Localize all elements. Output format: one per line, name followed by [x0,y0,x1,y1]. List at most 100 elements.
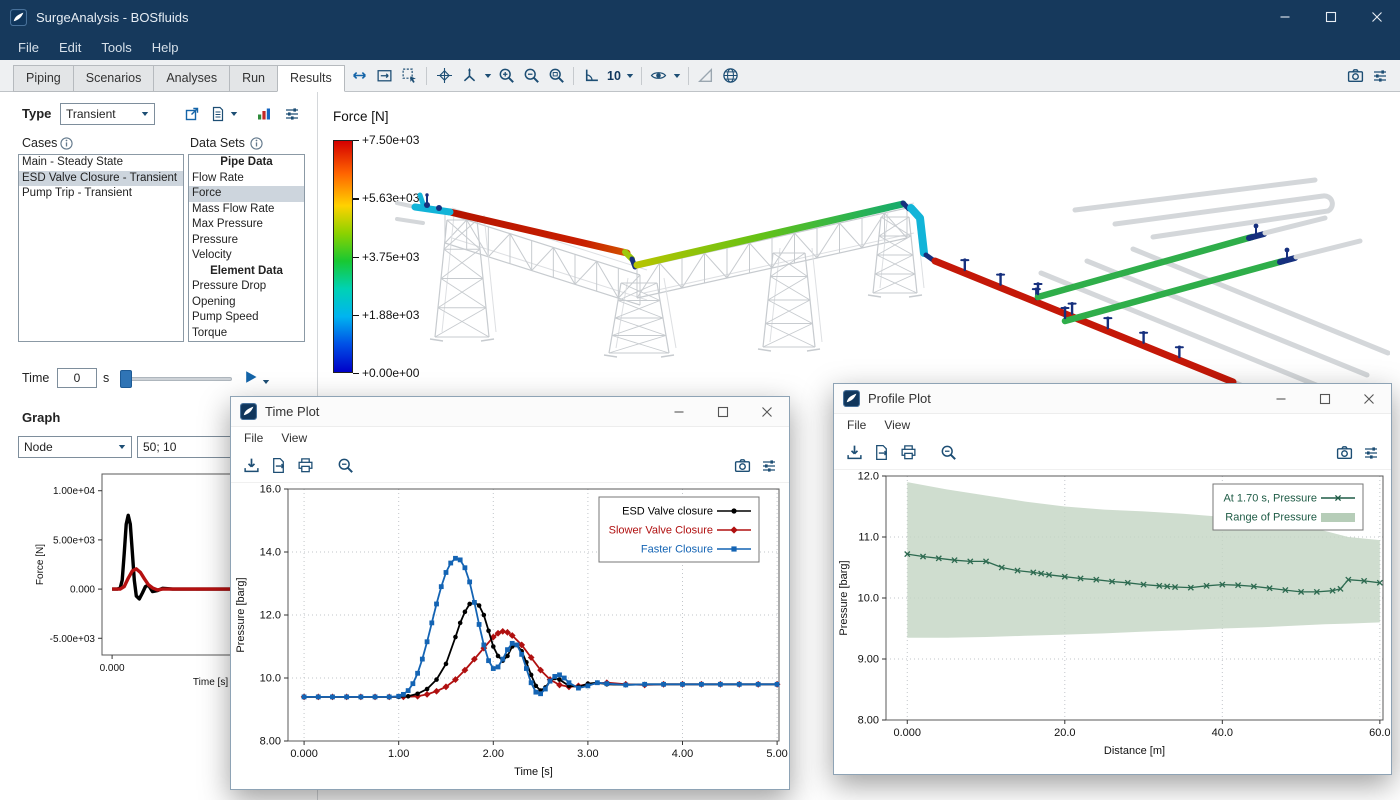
time-slider-handle[interactable] [120,370,132,388]
chart-options-button[interactable] [252,102,276,126]
viewport-toolbar: 10 [322,60,1392,91]
menu-view[interactable]: View [272,431,316,445]
dataset-item[interactable]: Pump Speed [189,310,304,326]
plot-settings-button[interactable] [757,454,781,478]
menu-view[interactable]: View [875,418,919,432]
tab-scenarios[interactable]: Scenarios [73,65,155,92]
minimize-button[interactable] [657,397,701,426]
cases-info-icon[interactable] [60,137,73,150]
svg-text:0.000: 0.000 [894,727,922,739]
dataset-item[interactable]: Mass Flow Rate [189,202,304,218]
caret-down-icon[interactable] [482,64,493,88]
dataset-item[interactable]: Opening [189,295,304,311]
type-dropdown[interactable]: Transient [60,103,155,125]
snap-angle-value: 10 [607,69,621,83]
save-button[interactable] [842,441,866,465]
tab-results[interactable]: Results [277,65,345,92]
globe-view-button[interactable] [719,64,743,88]
tab-analyses[interactable]: Analyses [153,65,230,92]
dataset-item[interactable]: Torque [189,326,304,342]
result-settings-button[interactable] [280,102,304,126]
report-button[interactable] [206,102,230,126]
screenshot-button[interactable] [1343,64,1367,88]
svg-text:16.0: 16.0 [260,484,281,496]
svg-text:1.00e+04: 1.00e+04 [53,486,95,497]
datasets-info-icon[interactable] [250,137,263,150]
zoom-out-button[interactable] [936,441,960,465]
screenshot-button[interactable] [1332,441,1356,465]
minimize-button[interactable] [1259,384,1303,413]
menu-tools[interactable]: Tools [91,36,141,59]
print-button[interactable] [293,454,317,478]
dataset-item[interactable]: Pressure [189,233,304,249]
colorbar [333,140,353,373]
dataset-item[interactable]: Velocity [189,248,304,264]
play-button[interactable] [244,370,258,384]
menu-file[interactable]: File [235,431,272,445]
maximize-button[interactable] [1308,0,1354,34]
profile-plot-titlebar[interactable]: Profile Plot [834,384,1391,414]
svg-text:Slower Valve Closure: Slower Valve Closure [609,525,713,537]
menu-help[interactable]: Help [142,36,189,59]
display-settings-button[interactable] [1368,64,1392,88]
dataset-item[interactable]: Flow Rate [189,171,304,187]
zoom-in-button[interactable] [494,64,518,88]
graph-type-dropdown[interactable]: Node [18,436,132,458]
time-input[interactable]: 0 [57,368,97,388]
export-button[interactable] [869,441,893,465]
tab-piping[interactable]: Piping [13,65,74,92]
tab-run[interactable]: Run [229,65,278,92]
snap-angle-control[interactable]: 10 [604,69,624,83]
dataset-item[interactable]: Max Pressure [189,217,304,233]
case-item[interactable]: Main - Steady State [19,155,183,171]
case-item-selected[interactable]: ESD Valve Closure - Transient [19,171,183,187]
measure-button[interactable] [694,64,718,88]
menu-file[interactable]: File [8,36,49,59]
dataset-item[interactable]: Pressure Drop [189,279,304,295]
zoom-out-button[interactable] [519,64,543,88]
caret-down-icon[interactable] [228,102,239,126]
menu-file[interactable]: File [838,418,875,432]
graph-nodes-input[interactable]: 50; 10 [137,436,231,458]
zoom-window-button[interactable] [544,64,568,88]
svg-text:-5.00e+03: -5.00e+03 [50,634,96,645]
caret-down-icon[interactable] [625,64,636,88]
save-button[interactable] [239,454,263,478]
close-button[interactable] [745,397,789,426]
screenshot-button[interactable] [730,454,754,478]
time-slider-track[interactable] [120,377,232,381]
datasets-label: Data Sets [190,136,245,150]
axes-orientation-button[interactable] [457,64,481,88]
time-plot-titlebar[interactable]: Time Plot [231,397,789,427]
toolbar-separator [688,67,689,85]
svg-text:Faster Closure: Faster Closure [641,544,713,556]
cases-list[interactable]: Main - Steady State ESD Valve Closure - … [18,154,184,342]
case-item[interactable]: Pump Trip - Transient [19,186,183,202]
open-external-button[interactable] [180,102,204,126]
angle-snap-button[interactable] [579,64,603,88]
datasets-list[interactable]: Pipe Data Flow Rate Force Mass Flow Rate… [188,154,305,342]
maximize-button[interactable] [1303,384,1347,413]
maximize-button[interactable] [701,397,745,426]
print-button[interactable] [896,441,920,465]
export-button[interactable] [266,454,290,478]
box-select-button[interactable] [397,64,421,88]
visibility-button[interactable] [647,64,671,88]
svg-text:Force [N]: Force [N] [35,544,46,585]
close-button[interactable] [1347,384,1391,413]
zoom-out-button[interactable] [333,454,357,478]
caret-down-icon[interactable] [260,370,271,394]
app-title: SurgeAnalysis - BOSfluids [36,10,188,25]
plot-settings-button[interactable] [1359,441,1383,465]
center-view-button[interactable] [432,64,456,88]
menu-edit[interactable]: Edit [49,36,91,59]
svg-text:At 1.70 s, Pressure: At 1.70 s, Pressure [1223,493,1317,505]
dataset-item-selected[interactable]: Force [189,186,304,202]
svg-text:0.000: 0.000 [100,663,125,674]
caret-down-icon[interactable] [672,64,683,88]
fit-view-button[interactable] [372,64,396,88]
close-button[interactable] [1354,0,1400,34]
pan-view-button[interactable] [347,64,371,88]
svg-text:Time [s]: Time [s] [193,677,228,688]
minimize-button[interactable] [1262,0,1308,34]
